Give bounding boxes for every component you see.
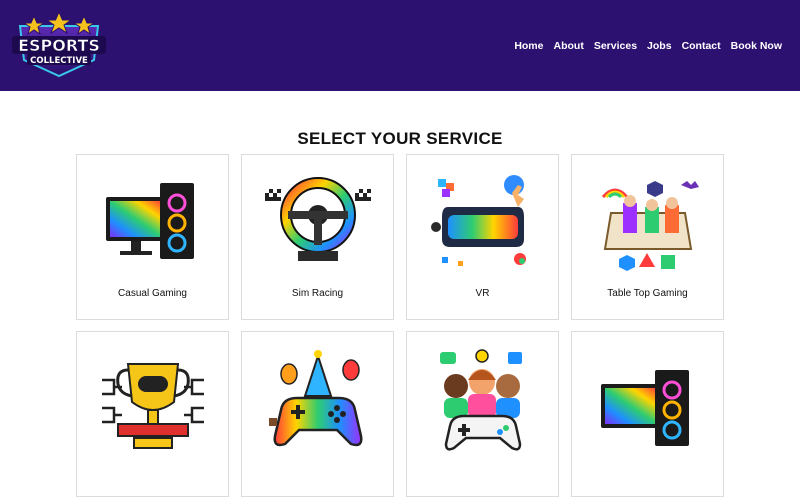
service-card-parties[interactable]	[241, 331, 394, 497]
service-label: VR	[475, 288, 490, 299]
racing-wheel-icon	[265, 177, 371, 261]
nav-about[interactable]: About	[554, 40, 584, 52]
service-label: Casual Gaming	[118, 288, 187, 299]
nav-book-now[interactable]: Book Now	[731, 40, 782, 52]
page-title: SELECT YOUR SERVICE	[297, 129, 503, 148]
service-card-casual-gaming[interactable]: Casual Gaming	[76, 154, 229, 320]
service-card-community[interactable]	[406, 331, 559, 497]
logo-line1: ESPORTS	[18, 36, 100, 55]
service-card-table-top-gaming[interactable]: Table Top Gaming	[571, 154, 724, 320]
logo-line2: COLLECTIVE	[30, 56, 88, 66]
service-card-sim-racing[interactable]: Sim Racing	[241, 154, 394, 320]
service-card-pc-gaming[interactable]	[571, 331, 724, 497]
nav-contact[interactable]: Contact	[682, 40, 721, 52]
nav-jobs[interactable]: Jobs	[647, 40, 672, 52]
gaming-pc-icon	[106, 183, 194, 259]
service-card-vr[interactable]: VR	[406, 154, 559, 320]
nav-services[interactable]: Services	[594, 40, 637, 52]
site-header: ESPORTS COLLECTIVE Home About Services J…	[0, 0, 800, 91]
service-label: Sim Racing	[291, 288, 344, 299]
service-card-tournaments[interactable]	[76, 331, 229, 497]
nav-home[interactable]: Home	[514, 40, 543, 52]
service-label: Table Top Gaming	[607, 288, 688, 299]
vr-headset-icon	[431, 175, 526, 266]
tabletop-game-icon	[601, 181, 699, 271]
esports-collective-logo[interactable]: ESPORTS COLLECTIVE	[10, 12, 108, 80]
main-nav: Home About Services Jobs Contact Book No…	[504, 40, 782, 52]
